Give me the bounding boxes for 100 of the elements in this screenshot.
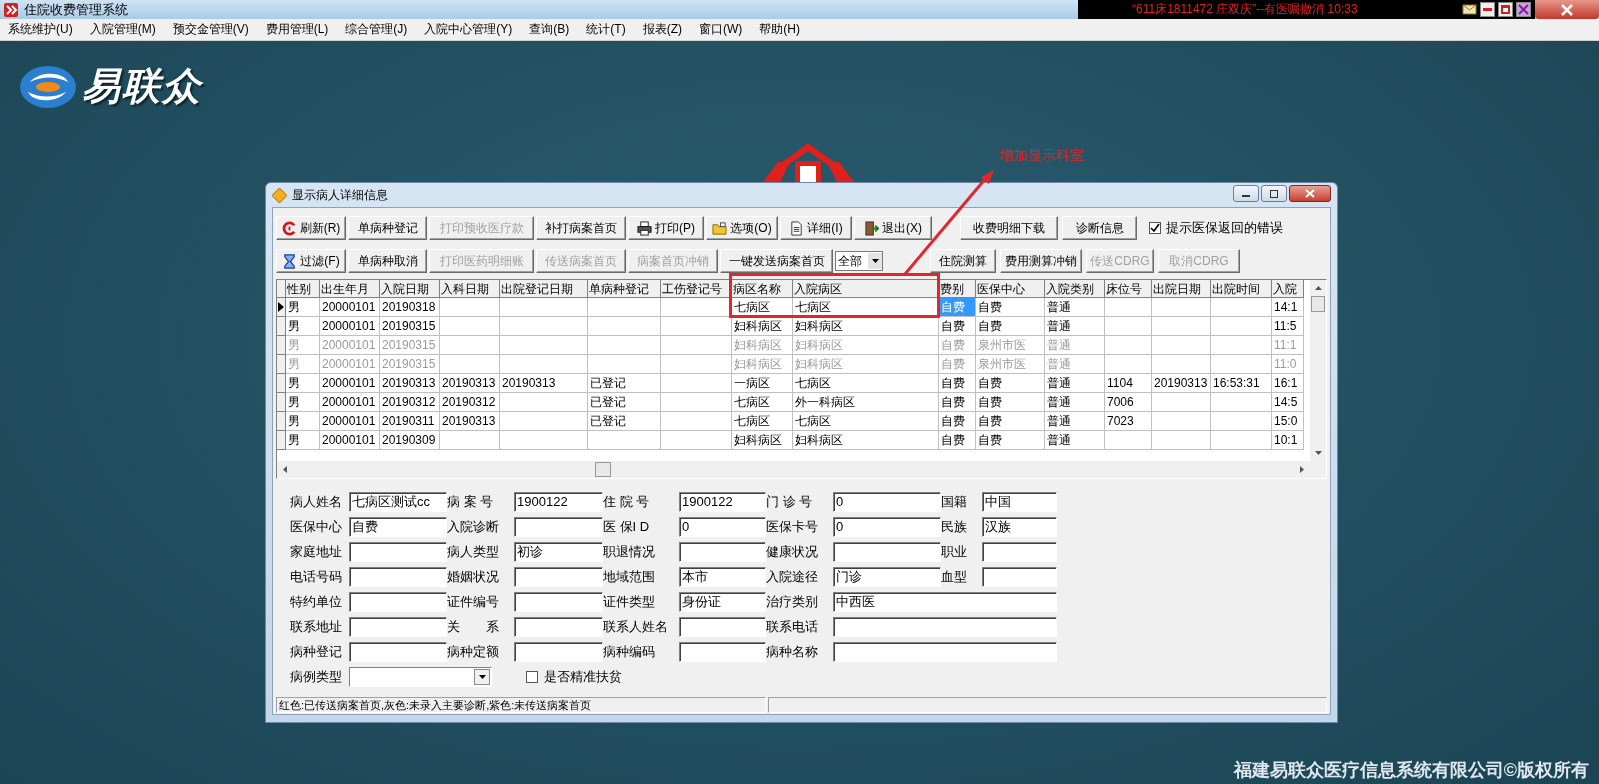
input-field[interactable]: 中国 — [982, 491, 1057, 512]
input-field[interactable] — [349, 591, 447, 612]
input-field[interactable] — [833, 541, 941, 562]
field-label: 职退情况 — [603, 542, 656, 561]
checkbox[interactable] — [1149, 222, 1161, 234]
checkbox[interactable] — [526, 670, 538, 683]
toolbar-button[interactable]: 费用测算冲销 — [1000, 249, 1082, 273]
input-field[interactable] — [982, 541, 1057, 562]
table-cell: 已登记 — [588, 374, 661, 393]
column-header[interactable]: 入院病区 — [793, 280, 939, 298]
column-header[interactable]: 出生年月 — [320, 280, 380, 298]
horizontal-scrollbar[interactable] — [277, 461, 1326, 478]
table-cell: 20000101 — [320, 336, 380, 355]
column-header[interactable]: 单病种登记 — [588, 280, 661, 298]
table-cell: 自费 — [939, 393, 976, 412]
toolbar-button[interactable]: 退出(X) — [854, 216, 932, 240]
input-field[interactable] — [349, 616, 447, 637]
table-cell: 20190313 — [440, 374, 500, 393]
close-button[interactable] — [1535, 0, 1599, 19]
input-field[interactable] — [514, 516, 603, 537]
close-button[interactable] — [1289, 185, 1331, 202]
input-field[interactable] — [679, 641, 766, 662]
input-field[interactable]: 0 — [679, 516, 766, 537]
input-field[interactable] — [679, 541, 766, 562]
input-field[interactable] — [833, 616, 1057, 637]
column-header[interactable]: 出院登记日期 — [500, 280, 588, 298]
field-label: 住 院 号 — [603, 492, 651, 511]
dropdown[interactable]: 全部 — [835, 251, 883, 271]
column-header[interactable]: 工伤登记号 — [661, 280, 732, 298]
input-field[interactable]: 自费 — [349, 516, 447, 537]
input-field[interactable] — [982, 566, 1057, 587]
input-field[interactable]: 0 — [833, 516, 941, 537]
minus-icon[interactable] — [1480, 2, 1495, 17]
menu-item[interactable]: 报表(Z) — [634, 21, 691, 38]
input-field[interactable]: 1900122 — [679, 491, 766, 512]
input-field[interactable] — [349, 566, 447, 587]
column-header[interactable]: 入院 — [1272, 280, 1304, 298]
input-field[interactable] — [514, 641, 603, 662]
vertical-scrollbar[interactable] — [1310, 280, 1326, 461]
toolbar-button[interactable]: 详细(I) — [780, 216, 852, 240]
toolbar-button[interactable]: 一键发送病案首页 — [720, 249, 833, 273]
menu-item[interactable]: 预交金管理(V) — [164, 21, 258, 38]
toolbar-button[interactable]: 过滤(F) — [276, 249, 346, 273]
input-field[interactable]: 门诊 — [833, 566, 941, 587]
input-field[interactable]: 中西医 — [833, 591, 1057, 612]
column-header[interactable]: 床位号 — [1105, 280, 1152, 298]
column-header[interactable]: 出院时间 — [1211, 280, 1272, 298]
input-field[interactable] — [833, 641, 1057, 662]
toolbar-button[interactable]: 诊断信息 — [1062, 216, 1137, 240]
input-field[interactable]: 本市 — [679, 566, 766, 587]
mail-icon[interactable] — [1462, 2, 1477, 17]
menu-item[interactable]: 费用管理(L) — [257, 21, 338, 38]
column-header[interactable]: 性别 — [286, 280, 320, 298]
input-field[interactable] — [349, 541, 447, 562]
input-field[interactable]: 0 — [833, 491, 941, 512]
menu-item[interactable]: 统计(T) — [578, 21, 635, 38]
column-header[interactable]: 入科日期 — [440, 280, 500, 298]
toolbar-button[interactable]: 选项(O) — [706, 216, 778, 240]
input-field[interactable] — [679, 616, 766, 637]
column-header[interactable]: 入院日期 — [380, 280, 440, 298]
table-cell: 7006 — [1105, 393, 1152, 412]
field-label: 血型 — [941, 567, 968, 586]
input-field[interactable] — [514, 591, 603, 612]
toolbar-button[interactable]: 单病种登记 — [348, 216, 427, 240]
input-field[interactable]: 初诊 — [514, 541, 603, 562]
column-header[interactable]: 入院类别 — [1045, 280, 1105, 298]
minimize-button[interactable] — [1233, 185, 1259, 202]
field-label: 家庭地址 — [290, 542, 343, 561]
scroll-thumb[interactable] — [1311, 296, 1325, 312]
input-field[interactable]: 1900122 — [514, 491, 603, 512]
restore-icon[interactable] — [1498, 2, 1513, 17]
input-field[interactable]: 汉族 — [982, 516, 1057, 537]
menu-item[interactable]: 综合管理(J) — [337, 21, 417, 38]
input-field[interactable] — [514, 566, 603, 587]
cross-icon[interactable] — [1516, 2, 1531, 17]
menu-item[interactable]: 入院中心管理(Y) — [416, 21, 522, 38]
dropdown[interactable] — [349, 666, 492, 687]
column-header[interactable]: 费别 — [939, 280, 976, 298]
input-field[interactable]: 身份证 — [679, 591, 766, 612]
column-header[interactable]: 出院日期 — [1152, 280, 1211, 298]
toolbar-button[interactable]: 收费明细下载 — [960, 216, 1058, 240]
toolbar-button[interactable]: 住院测算 — [930, 249, 996, 273]
input-field[interactable] — [514, 616, 603, 637]
row-selector[interactable] — [277, 298, 286, 317]
toolbar-button[interactable]: 刷新(R) — [276, 216, 346, 240]
menu-item[interactable]: 窗口(W) — [691, 21, 752, 38]
maximize-button[interactable] — [1261, 185, 1287, 202]
menu-item[interactable]: 帮助(H) — [751, 21, 809, 38]
column-header[interactable]: 病区名称 — [732, 280, 793, 298]
column-header[interactable]: 医保中心 — [976, 280, 1045, 298]
menu-item[interactable]: 查询(B) — [521, 21, 579, 38]
input-field[interactable] — [349, 641, 447, 662]
toolbar-button[interactable]: 单病种取消 — [348, 249, 427, 273]
menu-item[interactable]: 入院管理(M) — [81, 21, 165, 38]
menu-item[interactable]: 系统维护(U) — [0, 21, 82, 38]
scroll-thumb[interactable] — [595, 462, 611, 477]
toolbar-button[interactable]: 打印(P) — [628, 216, 704, 240]
toolbar-button[interactable]: 补打病案首页 — [536, 216, 626, 240]
input-field[interactable]: 七病区测试cc — [349, 491, 447, 512]
table-cell: 男 — [286, 412, 320, 431]
